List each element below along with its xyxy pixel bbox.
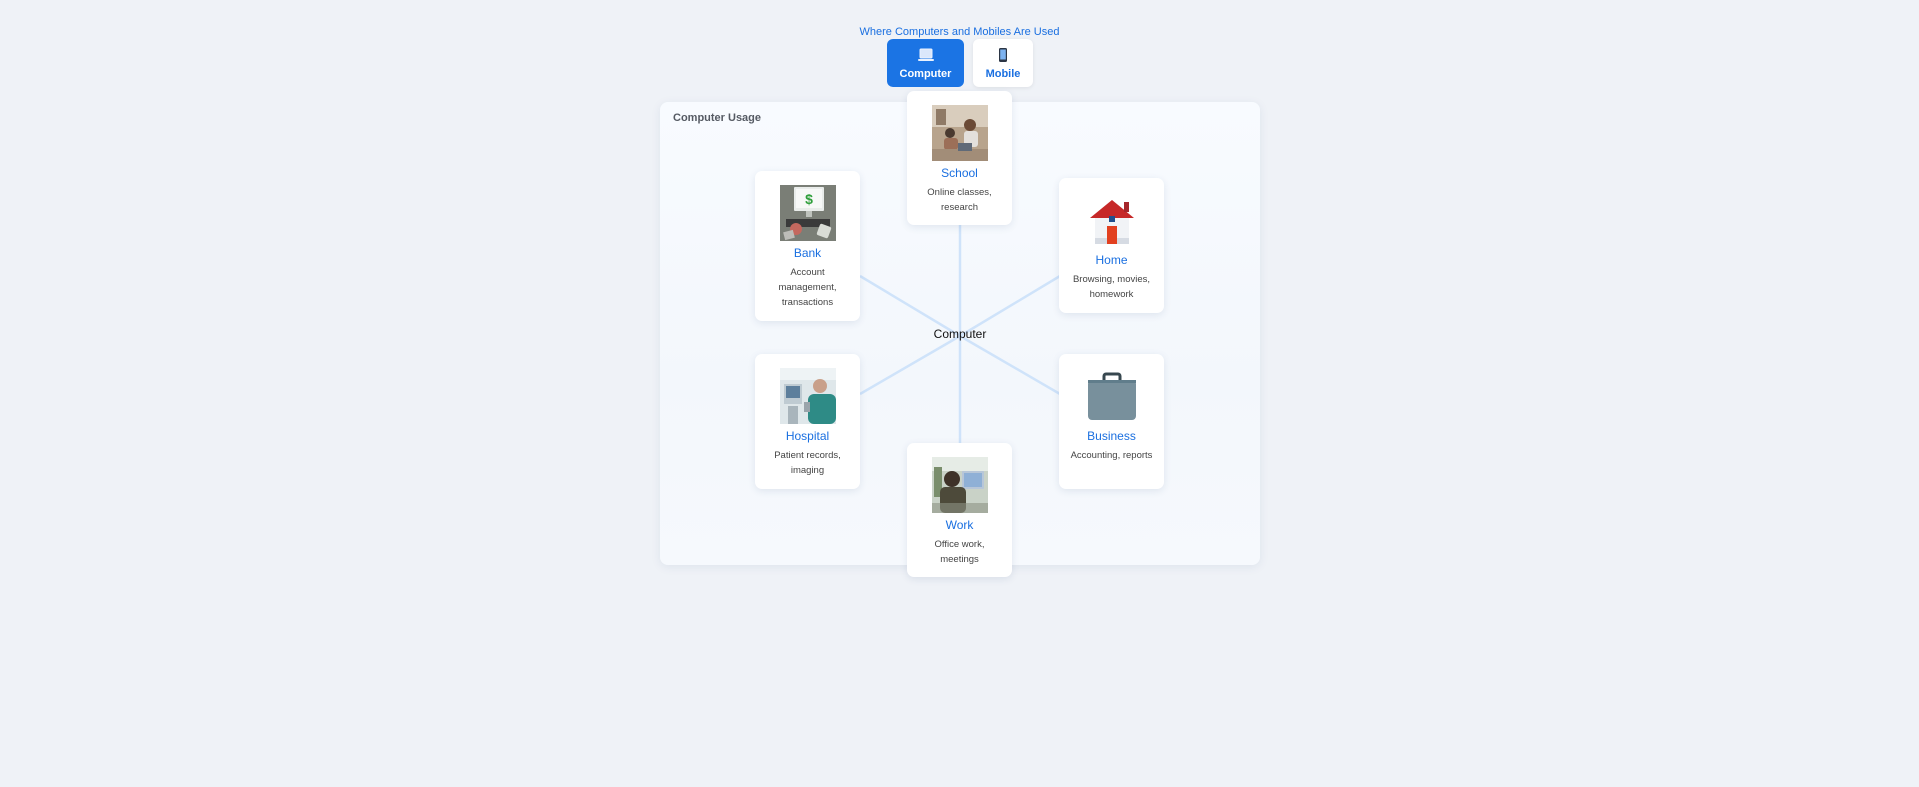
place-card-hospital[interactable]: Hospital Patient records, imaging bbox=[755, 354, 860, 489]
house-icon bbox=[1089, 200, 1134, 244]
briefcase-icon bbox=[1087, 372, 1136, 420]
place-card-home[interactable]: Home Browsing, movies, homework bbox=[1059, 178, 1164, 313]
place-card-work[interactable]: Work Office work, meetings bbox=[907, 443, 1012, 577]
bank-computer-photo-icon: $ bbox=[779, 185, 836, 241]
hospital-photo-icon bbox=[779, 368, 836, 424]
place-name: Home bbox=[1095, 253, 1128, 267]
place-name: School bbox=[941, 166, 978, 180]
place-name: Bank bbox=[793, 246, 822, 260]
office-worker-photo-icon bbox=[931, 457, 988, 513]
place-name: Work bbox=[945, 518, 974, 532]
place-card-bank[interactable]: $ Bank Account management, transactions bbox=[755, 171, 860, 321]
hub-label: Computer bbox=[933, 327, 987, 341]
place-description: Online classes, research bbox=[927, 187, 992, 213]
place-description: Account management, transactions bbox=[778, 267, 837, 308]
place-description: Patient records, imaging bbox=[774, 450, 841, 476]
classroom-photo-icon bbox=[931, 105, 988, 161]
place-description: Office work, meetings bbox=[934, 539, 985, 565]
place-card-school[interactable]: School Online classes, research bbox=[907, 91, 1012, 225]
spoke-business bbox=[959, 334, 1061, 396]
place-description: Browsing, movies, homework bbox=[1072, 274, 1151, 300]
spoke-hospital bbox=[859, 334, 961, 396]
place-name: Hospital bbox=[785, 429, 830, 443]
place-description: Accounting, reports bbox=[1070, 450, 1153, 461]
place-name: Business bbox=[1087, 429, 1136, 443]
svg-text:$: $ bbox=[805, 191, 813, 207]
place-card-business[interactable]: Business Accounting, reports bbox=[1059, 354, 1164, 489]
